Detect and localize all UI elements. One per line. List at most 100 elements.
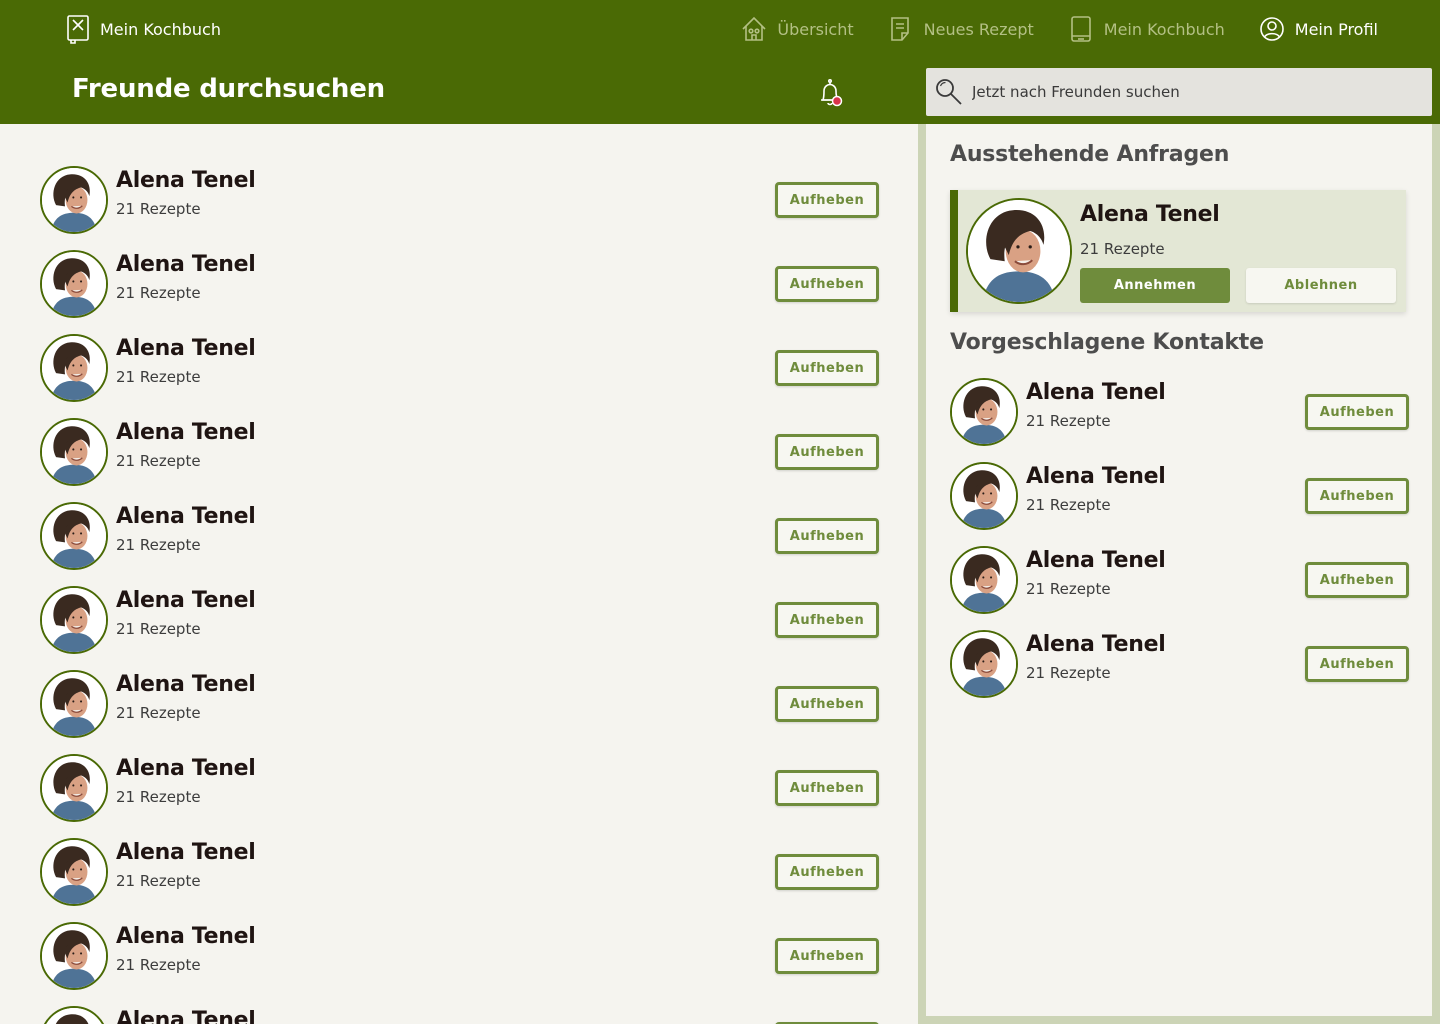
unfollow-button[interactable]: Aufheben <box>1305 394 1409 430</box>
avatar-photo <box>42 504 106 568</box>
user-circle-icon <box>1259 17 1284 41</box>
avatar-photo <box>42 588 106 652</box>
suggested-contact-row: Alena Tenel 21 Rezepte Aufheben <box>950 630 1409 698</box>
friend-row: Alena Tenel 21 Rezepte Aufheben <box>40 586 880 654</box>
house-icon <box>742 16 766 41</box>
contact-name: Alena Tenel <box>116 756 256 781</box>
pending-request-card: Alena Tenel 21 Rezepte Annehmen Ablehnen <box>950 190 1406 312</box>
nav-item-label: Mein Profil <box>1294 19 1378 39</box>
friend-row: Alena Tenel 21 Rezepte Aufheben <box>40 670 880 738</box>
recipe-count: 21 Rezepte <box>1026 496 1111 514</box>
recipe-count: 21 Rezepte <box>116 788 201 806</box>
avatar[interactable] <box>40 670 108 738</box>
bell-icon[interactable] <box>817 78 845 108</box>
avatar-photo <box>952 464 1016 528</box>
nav-item-uebersicht[interactable]: Übersicht <box>741 14 854 44</box>
contact-name: Alena Tenel <box>116 588 256 613</box>
unfollow-button[interactable]: Aufheben <box>775 938 879 974</box>
friend-row: Alena Tenel 21 Rezepte Aufheben <box>40 838 880 906</box>
avatar-photo <box>952 548 1016 612</box>
friend-row: Alena Tenel 21 Rezepte Aufheben <box>40 922 880 990</box>
avatar[interactable] <box>40 502 108 570</box>
avatar[interactable] <box>40 586 108 654</box>
search-input[interactable] <box>972 83 1412 101</box>
cookbook-logo-icon <box>67 15 89 44</box>
nav-item-label: Neues Rezept <box>923 19 1034 39</box>
unfollow-button[interactable]: Aufheben <box>775 266 879 302</box>
contact-name: Alena Tenel <box>1026 632 1166 657</box>
unfollow-button[interactable]: Aufheben <box>775 434 879 470</box>
avatar-photo <box>968 200 1070 302</box>
unfollow-button[interactable]: Aufheben <box>775 686 879 722</box>
pending-requests-title: Ausstehende Anfragen <box>950 142 1230 167</box>
avatar-photo <box>42 336 106 400</box>
notification-dot <box>831 95 843 107</box>
recipe-count: 21 Rezepte <box>116 620 201 638</box>
avatar-photo <box>42 924 106 988</box>
brand-label: Mein Kochbuch <box>100 19 221 39</box>
avatar-photo <box>952 380 1016 444</box>
contact-name: Alena Tenel <box>1026 548 1166 573</box>
avatar[interactable] <box>40 166 108 234</box>
search-icon <box>936 79 962 105</box>
avatar-photo <box>42 1008 106 1024</box>
friend-search <box>926 68 1432 116</box>
unfollow-button[interactable]: Aufheben <box>775 602 879 638</box>
unfollow-button[interactable]: Aufheben <box>1305 562 1409 598</box>
avatar[interactable] <box>40 418 108 486</box>
avatar-photo <box>42 840 106 904</box>
contact-name: Alena Tenel <box>116 924 256 949</box>
avatar[interactable] <box>40 250 108 318</box>
book-icon <box>1070 16 1091 42</box>
unfollow-button[interactable]: Aufheben <box>775 770 879 806</box>
contact-name: Alena Tenel <box>116 420 256 445</box>
nav-item-mein-profil[interactable]: Mein Profil <box>1259 14 1378 44</box>
friend-row: Alena Tenel 21 Rezepte Aufheben <box>40 166 880 234</box>
avatar[interactable] <box>40 754 108 822</box>
nav-item-label: Mein Kochbuch <box>1103 19 1225 39</box>
avatar[interactable] <box>950 378 1018 446</box>
request-name: Alena Tenel <box>1080 202 1220 227</box>
nav-item-mein-kochbuch[interactable]: Mein Kochbuch <box>1068 14 1225 44</box>
avatar[interactable] <box>950 546 1018 614</box>
contact-name: Alena Tenel <box>116 252 256 277</box>
avatar[interactable] <box>950 630 1018 698</box>
suggested-contacts-title: Vorgeschlagene Kontakte <box>950 330 1264 355</box>
unfollow-button[interactable]: Aufheben <box>775 182 879 218</box>
main-nav: Übersicht Neues Rezept Mein Kochbuch Mei… <box>741 14 1378 44</box>
avatar-photo <box>42 672 106 736</box>
app-header: Mein Kochbuch Übersicht Neues Rezept Mei… <box>0 0 1440 124</box>
nav-item-neues-rezept[interactable]: Neues Rezept <box>888 14 1034 44</box>
contact-name: Alena Tenel <box>116 336 256 361</box>
avatar-photo <box>42 168 106 232</box>
unfollow-button[interactable]: Aufheben <box>775 518 879 554</box>
unfollow-button[interactable]: Aufheben <box>1305 478 1409 514</box>
avatar[interactable] <box>950 462 1018 530</box>
avatar[interactable] <box>40 838 108 906</box>
friends-list: Alena Tenel 21 Rezepte Aufheben Alena Te… <box>0 124 918 1024</box>
unfollow-button[interactable]: Aufheben <box>775 854 879 890</box>
friend-row: Alena Tenel 21 Rezepte Aufheben <box>40 754 880 822</box>
accept-button[interactable]: Annehmen <box>1080 268 1230 303</box>
unfollow-button[interactable]: Aufheben <box>1305 646 1409 682</box>
avatar[interactable] <box>966 198 1072 304</box>
contact-name: Alena Tenel <box>116 1008 256 1024</box>
recipe-count: 21 Rezepte <box>1026 412 1111 430</box>
notepad-icon <box>890 17 909 41</box>
recipe-count: 21 Rezepte <box>116 872 201 890</box>
friend-row: Alena Tenel 21 Rezepte Aufheben <box>40 418 880 486</box>
friend-row: Alena Tenel 21 Rezepte Aufheben <box>40 502 880 570</box>
recipe-count: 21 Rezepte <box>116 284 201 302</box>
recipe-count: 21 Rezepte <box>116 200 201 218</box>
unfollow-button[interactable]: Aufheben <box>775 350 879 386</box>
avatar[interactable] <box>40 1006 108 1024</box>
avatar-photo <box>42 252 106 316</box>
friend-row: Alena Tenel 21 Rezepte Aufheben <box>40 1006 880 1024</box>
avatar[interactable] <box>40 334 108 402</box>
contact-name: Alena Tenel <box>1026 464 1166 489</box>
decline-button[interactable]: Ablehnen <box>1246 268 1396 303</box>
brand[interactable]: Mein Kochbuch <box>66 14 221 44</box>
avatar[interactable] <box>40 922 108 990</box>
avatar-photo <box>42 420 106 484</box>
recipe-count: 21 Rezepte <box>116 452 201 470</box>
